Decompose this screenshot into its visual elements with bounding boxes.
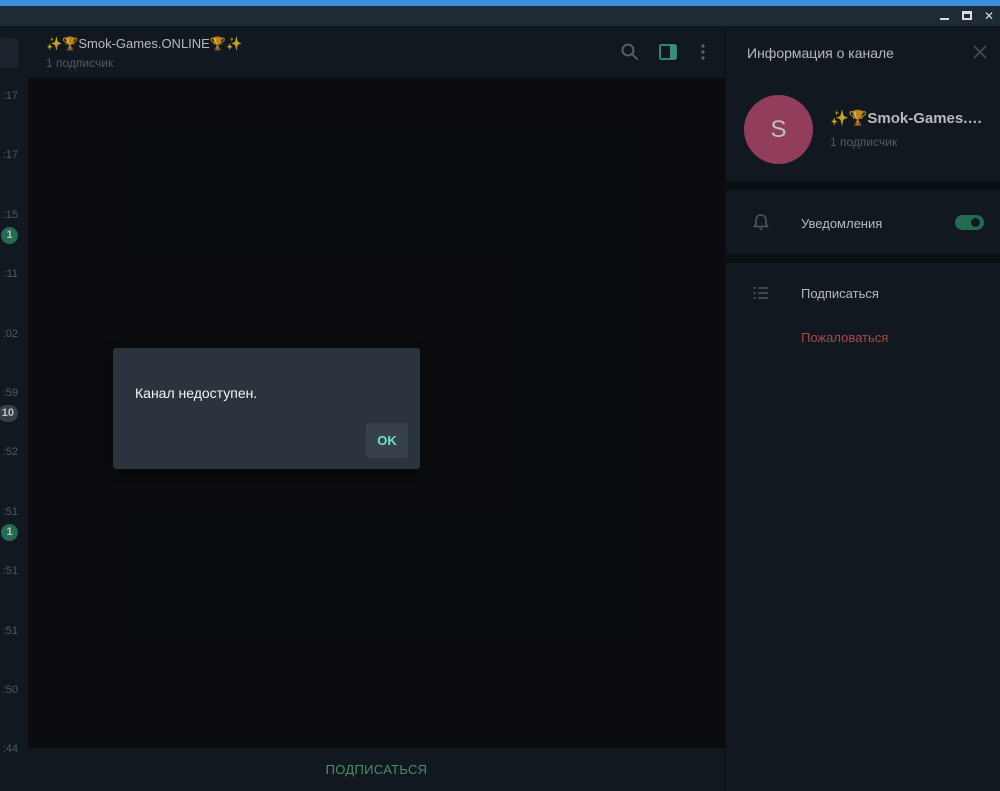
chat-title: ✨🏆Smok-Games.ONLINE🏆✨ [46,36,243,51]
chat-item-time: :52 [2,446,18,459]
chat-item-time: :51 [2,565,18,578]
bell-icon [753,214,769,230]
chat-header[interactable]: ✨🏆Smok-Games.ONLINE🏆✨ 1 подписчик [28,26,725,78]
unread-count-badge: 1 [1,226,18,244]
chat-footer: ПОДПИСАТЬСЯ [28,748,725,791]
telegram-window: ✕ :17 :17 :15 1 :11 :02 :59 10 :52 :51 1 :51 :51 :50:… [0,0,1000,791]
side-panel-icon[interactable] [658,42,678,62]
maximize-button[interactable] [956,6,978,26]
ok-button[interactable]: OK [366,423,408,458]
title-bar: ✕ [0,6,1000,26]
chat-item-time: :44 [2,743,18,756]
maximize-icon [962,11,972,20]
list-icon [753,287,768,299]
chat-item-time: :15 [2,208,18,221]
unread-count-badge: 1 [1,523,18,541]
channel-subscriber-count: 1 подписчик [830,135,898,149]
more-icon[interactable] [693,42,713,62]
chat-item-time: :02 [2,327,18,340]
close-icon: ✕ [983,9,995,23]
close-window-button[interactable]: ✕ [978,6,1000,26]
channel-name: ✨🏆Smok-Games.ONLINE🏆✨ [830,110,990,127]
toggle-knob [969,216,982,229]
alert-dialog: Канал недоступен. OK [113,348,420,469]
search-icon[interactable] [620,42,640,62]
chat-item-time: :59 [2,387,18,399]
chat-item-time: :51 [2,624,18,637]
section-divider [726,254,1000,263]
chat-subtitle: 1 подписчик [46,56,114,70]
subscribe-link[interactable]: Подписаться [801,286,879,301]
dialog-message: Канал недоступен. [135,385,258,401]
minimize-button[interactable] [934,6,956,26]
unread-count-badge: 10 [0,405,18,422]
chat-item-time: :50 [2,684,18,696]
channel-avatar[interactable]: S [744,95,813,164]
section-divider [726,181,1000,190]
chat-search-input[interactable] [0,38,18,68]
report-link[interactable]: Пожаловаться [801,330,888,345]
chat-item-time: :51 [2,505,18,518]
chat-list: :17 :17 :15 1 :11 :02 :59 10 :52 :51 1 :51 :51 :50 :44 [0,26,28,791]
chat-item-time: :17 [2,90,18,102]
channel-info-panel: Информация о канале S ✨🏆Smok-Games.ONLIN… [725,26,1000,791]
minimize-icon [940,18,949,20]
chat-item-time: :11 [3,268,18,281]
close-icon[interactable] [972,44,988,60]
notifications-toggle[interactable] [955,215,984,230]
notifications-label: Уведомления [801,216,883,231]
chat-item-time: :17 [2,149,18,162]
join-channel-button[interactable]: ПОДПИСАТЬСЯ [28,748,725,791]
info-panel-title: Информация о канале [747,45,894,61]
